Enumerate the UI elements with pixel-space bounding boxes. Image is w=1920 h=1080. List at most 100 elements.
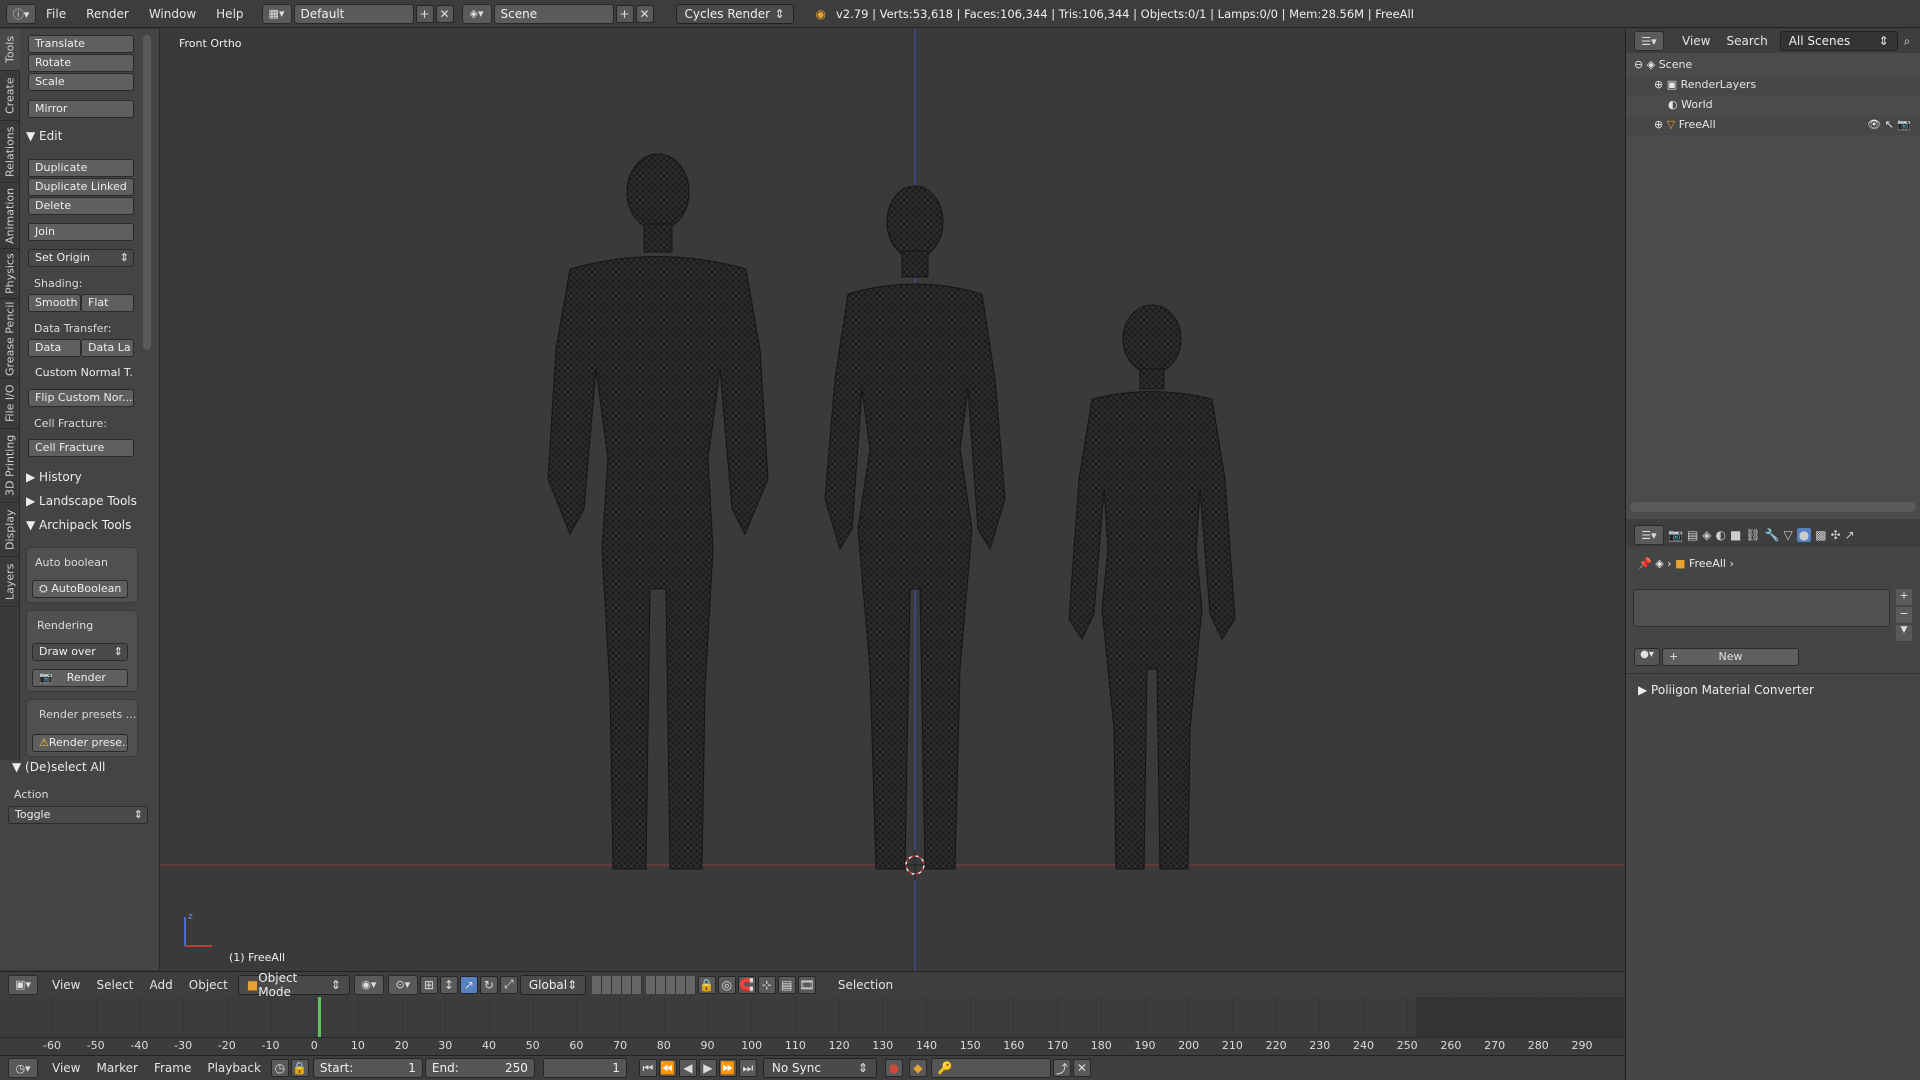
draw-over-select[interactable]: Draw over ⇕ [32, 643, 128, 661]
menu-help[interactable]: Help [206, 0, 253, 28]
layout-icon[interactable]: ▦▾ [261, 3, 292, 24]
outliner-search-menu[interactable]: Search [1718, 34, 1775, 48]
material-slots-list[interactable] [1633, 589, 1890, 627]
history-panel-header[interactable]: ▶ History [26, 470, 82, 484]
particles-tab-icon[interactable]: ✣ [1831, 528, 1841, 542]
tab-tools[interactable]: Tools [0, 29, 20, 71]
action-select[interactable]: Toggle ⇕ [8, 806, 148, 824]
remove-layout-icon[interactable]: ✕ [435, 4, 454, 23]
tab-relations[interactable]: Relations [0, 121, 20, 183]
menu-render[interactable]: Render [76, 0, 139, 28]
snap-icon[interactable]: 🧲 [737, 975, 756, 994]
remove-scene-icon[interactable]: ✕ [635, 4, 654, 23]
delete-button[interactable]: Delete [28, 197, 134, 215]
tl-menu-view[interactable]: View [44, 1061, 88, 1075]
outliner-row-world[interactable]: ◐ World [1626, 95, 1920, 115]
delete-keyframe-icon[interactable]: ✕ [1072, 1059, 1091, 1077]
snap-element-icon[interactable]: ⊹ [757, 975, 776, 994]
end-frame-field[interactable]: End: 250 [424, 1058, 535, 1078]
timeline-editor-icon[interactable]: ◷▾ [8, 1058, 38, 1078]
set-origin-select[interactable]: Set Origin ⇕ [28, 249, 134, 267]
slot-menu-icon[interactable]: ▼ [1896, 625, 1912, 641]
scale-button[interactable]: Scale [28, 73, 134, 91]
render-button[interactable]: 📷 Render [32, 669, 128, 687]
scene-field[interactable]: Scene [493, 3, 614, 24]
rotate-manip-icon[interactable]: ↻ [479, 975, 498, 994]
menu-object[interactable]: Object [181, 978, 236, 992]
physics-tab-icon[interactable]: ↗ [1845, 528, 1855, 542]
outliner-view-menu[interactable]: View [1674, 34, 1718, 48]
texture-tab-icon[interactable]: ▩ [1815, 528, 1826, 542]
flip-custom-normals-button[interactable]: Flip Custom Nor... [28, 389, 134, 407]
remove-slot-icon[interactable]: − [1896, 607, 1912, 623]
join-button[interactable]: Join [28, 223, 134, 241]
render-engine-select[interactable]: Cycles Render ⇕ [675, 3, 794, 24]
expand-icon[interactable]: ⊕ [1654, 118, 1663, 131]
manipulator-icon[interactable]: ⊞ [419, 975, 438, 994]
start-frame-field[interactable]: Start: 1 [312, 1058, 423, 1078]
duplicate-button[interactable]: Duplicate [28, 159, 134, 177]
scenes-select[interactable]: All Scenes ⇕ [1779, 31, 1898, 51]
render-tab-icon[interactable]: 📷 [1668, 528, 1683, 542]
tab-grease-pencil[interactable]: Grease Pencil [0, 299, 20, 379]
render-presets-button[interactable]: ⚠Render prese... [32, 734, 128, 752]
layers-grid-1[interactable] [591, 975, 642, 994]
pin-icon[interactable]: 📌 [1638, 557, 1652, 570]
properties-editor-icon[interactable]: ☰▾ [1634, 525, 1664, 545]
play-icon[interactable]: ▶ [698, 1059, 717, 1077]
menu-view[interactable]: View [44, 978, 88, 992]
menu-select[interactable]: Select [88, 978, 141, 992]
record-icon[interactable]: ● [884, 1059, 903, 1077]
world-tab-icon[interactable]: ◐ [1716, 528, 1726, 542]
tab-animation[interactable]: Animation [0, 183, 20, 249]
pivot-icon[interactable]: ⊙▾ [387, 974, 418, 995]
expand-icon[interactable]: ⊕ [1654, 78, 1663, 91]
data-layout-button[interactable]: Data La [81, 339, 134, 357]
3d-view-editor-icon[interactable]: ▣▾ [8, 974, 38, 995]
translate-button[interactable]: Translate [28, 35, 134, 53]
viewport-shading-icon[interactable]: ◉▾ [353, 974, 384, 995]
data-tab-icon[interactable]: ▽ [1784, 528, 1793, 542]
add-layout-icon[interactable]: + [415, 4, 434, 23]
tl-menu-playback[interactable]: Playback [199, 1061, 269, 1075]
expand-icon[interactable]: ⊖ [1634, 58, 1643, 71]
operator-title[interactable]: ▼ (De)select All [12, 760, 105, 774]
renderlayer-tab-icon[interactable]: ▤ [1687, 528, 1698, 542]
3d-viewport[interactable]: Front Ortho z (1) FreeAll [160, 29, 1624, 971]
preview-range-icon[interactable]: ◷ [270, 1059, 289, 1077]
toolshelf-scrollbar[interactable] [143, 35, 151, 350]
edit-panel-header[interactable]: ▼ Edit [26, 129, 62, 143]
jump-start-icon[interactable]: ⏮ [638, 1059, 657, 1077]
rotate-button[interactable]: Rotate [28, 54, 134, 72]
jump-end-icon[interactable]: ⏭ [738, 1059, 757, 1077]
outliner-row-renderlayers[interactable]: ⊕ ▣ RenderLayers [1626, 75, 1920, 95]
menu-file[interactable]: File [36, 0, 76, 28]
outliner-row-freeall[interactable]: ⊕ ▽ FreeAll 👁 ↖ 📷 [1626, 115, 1920, 135]
new-material-button[interactable]: + New [1662, 648, 1799, 666]
insert-keyframe-icon[interactable]: ⤴ [1052, 1059, 1071, 1077]
jump-key-back-icon[interactable]: ⏪ [658, 1059, 677, 1077]
jump-key-forward-icon[interactable]: ⏩ [718, 1059, 737, 1077]
outliner-editor-icon[interactable]: ☰▾ [1634, 31, 1664, 51]
browse-material-icon[interactable]: ●▾ [1634, 648, 1660, 666]
smooth-button[interactable]: Smooth [28, 294, 81, 312]
outliner-scrollbar[interactable] [1630, 502, 1916, 512]
scale-manip-icon[interactable]: ⤢ [499, 975, 518, 994]
tab-physics[interactable]: Physics [0, 249, 20, 299]
modifier-tab-icon[interactable]: 🔧 [1765, 528, 1780, 542]
flat-button[interactable]: Flat [81, 294, 134, 312]
outliner-row-scene[interactable]: ⊖ ◈ Scene [1626, 55, 1920, 75]
current-frame-field[interactable]: 1 [542, 1058, 627, 1078]
data-button[interactable]: Data [28, 339, 81, 357]
archipack-panel-header[interactable]: ▼ Archipack Tools [26, 518, 131, 532]
layout-field[interactable]: Default [293, 3, 414, 24]
keying-set-icon[interactable]: ◆ [908, 1059, 927, 1077]
add-slot-icon[interactable]: + [1896, 589, 1912, 605]
object-tab-icon[interactable]: ■ [1730, 528, 1741, 542]
proportional-edit-icon[interactable]: ◎ [717, 975, 736, 994]
opengl-render-icon[interactable]: ▤ [777, 975, 796, 994]
sync-select[interactable]: No Sync ⇕ [762, 1058, 877, 1078]
landscape-panel-header[interactable]: ▶ Landscape Tools [26, 494, 137, 508]
scene-tab-icon[interactable]: ◈ [1702, 528, 1711, 542]
poliigon-panel-header[interactable]: ▶ Poliigon Material Converter [1638, 683, 1814, 697]
